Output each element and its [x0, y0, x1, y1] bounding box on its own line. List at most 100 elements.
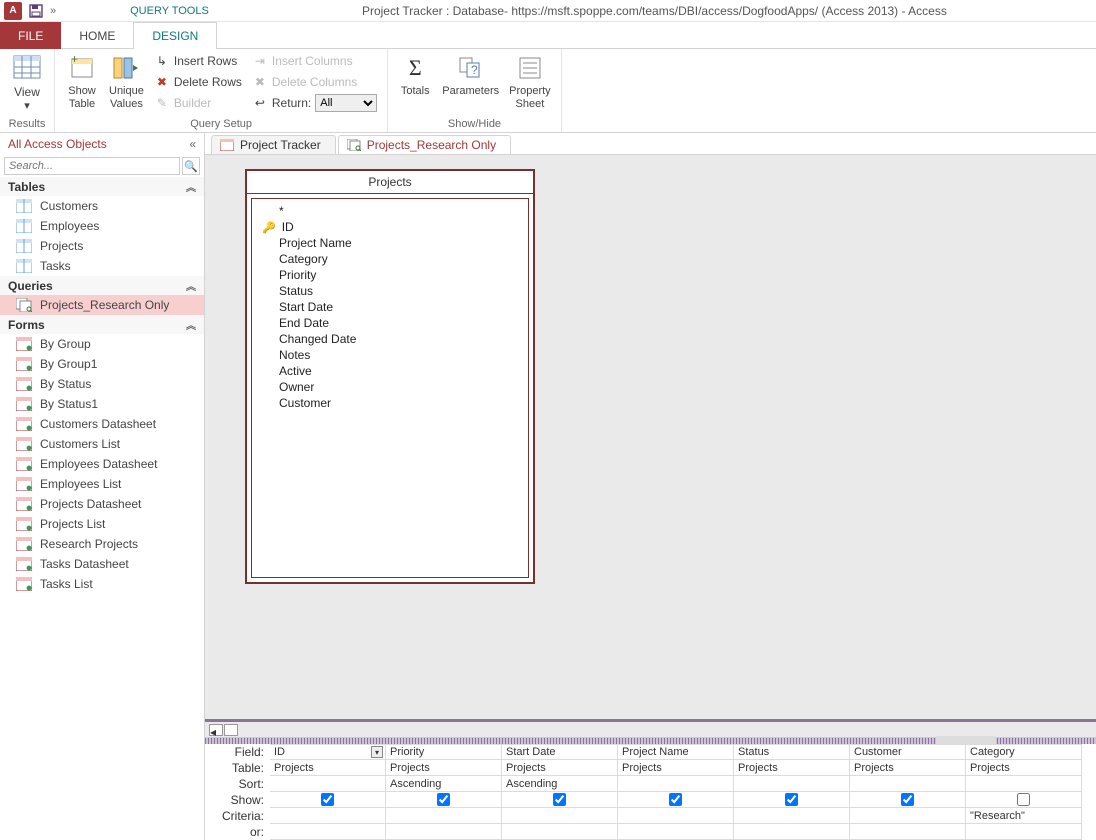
- qbe-cell[interactable]: [850, 808, 966, 824]
- nav-item-form[interactable]: Customers List: [0, 434, 204, 454]
- qbe-cell[interactable]: Customer: [850, 744, 966, 760]
- qbe-cell[interactable]: [618, 808, 734, 824]
- qbe-cell[interactable]: [502, 824, 618, 840]
- return-select[interactable]: All: [315, 94, 377, 112]
- field-list-item[interactable]: Changed Date: [252, 331, 528, 347]
- nav-item-form[interactable]: Research Projects: [0, 534, 204, 554]
- nav-item-form[interactable]: Tasks List: [0, 574, 204, 594]
- nav-collapse-icon[interactable]: «: [189, 137, 196, 151]
- qbe-cell[interactable]: [502, 808, 618, 824]
- show-checkbox[interactable]: [785, 793, 798, 806]
- query-design-surface[interactable]: Projects *🔑IDProject NameCategoryPriorit…: [205, 155, 1096, 719]
- qbe-cell[interactable]: [386, 808, 502, 824]
- tab-design[interactable]: DESIGN: [133, 22, 217, 49]
- qbe-cell[interactable]: ID▾: [270, 744, 386, 760]
- qbe-cell[interactable]: [270, 808, 386, 824]
- nav-section-queries[interactable]: Queries︽: [0, 276, 204, 295]
- qbe-cell[interactable]: [734, 776, 850, 792]
- search-input[interactable]: [4, 157, 180, 175]
- field-list-item[interactable]: Notes: [252, 347, 528, 363]
- qbe-cell[interactable]: [386, 792, 502, 808]
- nav-item-form[interactable]: By Status: [0, 374, 204, 394]
- doc-tab-project-tracker[interactable]: Project Tracker: [211, 135, 336, 154]
- nav-section-forms[interactable]: Forms︽: [0, 315, 204, 334]
- nav-section-tables[interactable]: Tables︽: [0, 177, 204, 196]
- nav-item-query[interactable]: Projects_Research Only: [0, 295, 204, 315]
- qbe-cell[interactable]: [618, 824, 734, 840]
- qbe-cell[interactable]: Project Name: [618, 744, 734, 760]
- qbe-cell[interactable]: Projects: [618, 760, 734, 776]
- qbe-cell[interactable]: Ascending: [386, 776, 502, 792]
- show-checkbox[interactable]: [1017, 793, 1030, 806]
- qbe-cell[interactable]: Projects: [966, 760, 1082, 776]
- access-app-icon[interactable]: A: [4, 2, 22, 20]
- qbe-cell[interactable]: [386, 824, 502, 840]
- qbe-cell[interactable]: [966, 792, 1082, 808]
- qbe-cell[interactable]: Category: [966, 744, 1082, 760]
- qbe-cell[interactable]: [850, 824, 966, 840]
- field-list-item[interactable]: Priority: [252, 267, 528, 283]
- nav-item-form[interactable]: Employees List: [0, 474, 204, 494]
- nav-item-form[interactable]: Projects List: [0, 514, 204, 534]
- qat-more-icon[interactable]: »: [50, 5, 56, 17]
- show-checkbox[interactable]: [553, 793, 566, 806]
- unique-values-button[interactable]: Unique Values: [105, 51, 148, 113]
- field-list-item[interactable]: Category: [252, 251, 528, 267]
- field-list-item[interactable]: End Date: [252, 315, 528, 331]
- qbe-cell[interactable]: Projects: [502, 760, 618, 776]
- save-icon[interactable]: [28, 3, 44, 19]
- field-list-item[interactable]: 🔑ID: [252, 219, 528, 235]
- field-list-item[interactable]: *: [252, 203, 528, 219]
- qbe-cell[interactable]: [270, 792, 386, 808]
- nav-item-form[interactable]: By Group1: [0, 354, 204, 374]
- qbe-cell[interactable]: Priority: [386, 744, 502, 760]
- delete-rows-button[interactable]: ✖Delete Rows: [150, 72, 246, 92]
- show-table-button[interactable]: + Show Table: [61, 51, 103, 113]
- qbe-cell[interactable]: Projects: [850, 760, 966, 776]
- scroll-left-button[interactable]: ◂: [209, 724, 223, 736]
- nav-item-form[interactable]: Customers Datasheet: [0, 414, 204, 434]
- builder-button[interactable]: ✎Builder: [150, 93, 246, 113]
- nav-item-table[interactable]: Tasks: [0, 256, 204, 276]
- tab-file[interactable]: FILE: [0, 22, 61, 49]
- qbe-cell[interactable]: [966, 776, 1082, 792]
- nav-item-table[interactable]: Employees: [0, 216, 204, 236]
- show-checkbox[interactable]: [669, 793, 682, 806]
- nav-item-form[interactable]: By Group: [0, 334, 204, 354]
- show-checkbox[interactable]: [321, 793, 334, 806]
- qbe-cell[interactable]: [734, 808, 850, 824]
- qbe-cell[interactable]: Status: [734, 744, 850, 760]
- qbe-cell[interactable]: Start Date: [502, 744, 618, 760]
- qbe-cell[interactable]: [850, 792, 966, 808]
- scroll-right-button[interactable]: [224, 724, 238, 736]
- property-sheet-button[interactable]: Property Sheet: [505, 51, 555, 113]
- field-list-item[interactable]: Owner: [252, 379, 528, 395]
- qbe-cell[interactable]: [618, 776, 734, 792]
- qbe-cell[interactable]: [734, 824, 850, 840]
- nav-item-table[interactable]: Projects: [0, 236, 204, 256]
- qbe-cell[interactable]: [618, 792, 734, 808]
- field-list-item[interactable]: Active: [252, 363, 528, 379]
- parameters-button[interactable]: ? Parameters: [438, 51, 503, 100]
- field-list[interactable]: *🔑IDProject NameCategoryPriorityStatusSt…: [251, 198, 529, 578]
- qbe-cell[interactable]: Ascending: [502, 776, 618, 792]
- nav-item-form[interactable]: Tasks Datasheet: [0, 554, 204, 574]
- qbe-columns[interactable]: ID▾PriorityStart DateProject NameStatusC…: [270, 744, 1096, 840]
- qbe-cell[interactable]: "Research": [966, 808, 1082, 824]
- field-list-item[interactable]: Customer: [252, 395, 528, 411]
- nav-item-form[interactable]: Projects Datasheet: [0, 494, 204, 514]
- search-button[interactable]: 🔍: [182, 157, 200, 175]
- totals-button[interactable]: Σ Totals: [394, 51, 436, 100]
- qbe-cell[interactable]: [270, 776, 386, 792]
- qbe-cell[interactable]: Projects: [734, 760, 850, 776]
- view-button[interactable]: View▾: [6, 51, 48, 115]
- qbe-cell[interactable]: [270, 824, 386, 840]
- table-box-projects[interactable]: Projects *🔑IDProject NameCategoryPriorit…: [245, 169, 535, 584]
- dropdown-icon[interactable]: ▾: [371, 746, 383, 758]
- nav-item-form[interactable]: Employees Datasheet: [0, 454, 204, 474]
- insert-rows-button[interactable]: ↳Insert Rows: [150, 51, 246, 71]
- nav-item-form[interactable]: By Status1: [0, 394, 204, 414]
- qbe-cell[interactable]: Projects: [270, 760, 386, 776]
- qbe-cell[interactable]: [734, 792, 850, 808]
- show-checkbox[interactable]: [437, 793, 450, 806]
